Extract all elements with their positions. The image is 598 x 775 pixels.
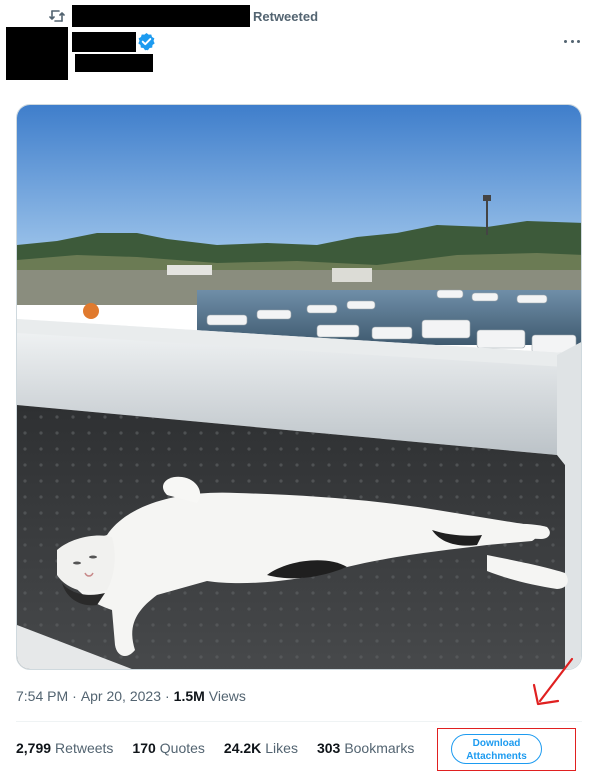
tweet-date[interactable]: Apr 20, 2023 (81, 688, 161, 704)
download-label-line2: Attachments (466, 751, 527, 762)
quotes-count: 170 (132, 740, 156, 756)
retweets-label: Retweets (55, 740, 114, 756)
download-attachments-button[interactable]: Download Attachments (451, 734, 542, 764)
more-options-icon[interactable] (559, 31, 585, 51)
bookmarks-stat[interactable]: 303 Bookmarks (317, 740, 414, 756)
avatar[interactable] (6, 27, 68, 80)
views-count: 1.5M (173, 688, 205, 704)
retweet-header: Retweeted (48, 5, 319, 27)
likes-stat[interactable]: 24.2K Likes (224, 740, 298, 756)
verified-badge-icon (137, 32, 156, 51)
retweet-icon (48, 7, 66, 25)
quotes-stat[interactable]: 170 Quotes (132, 740, 205, 756)
retweets-stat[interactable]: 2,799 Retweets (16, 740, 113, 756)
views-label: Views (208, 688, 246, 704)
tweet-photo[interactable] (16, 104, 582, 670)
red-arrow-annotation-icon (528, 655, 578, 710)
download-label-line1: Download (472, 738, 521, 749)
divider (16, 721, 582, 722)
meta-separator: · (164, 688, 170, 704)
bookmarks-label: Bookmarks (344, 740, 415, 756)
quotes-label: Quotes (159, 740, 205, 756)
redacted-display-name[interactable] (72, 32, 136, 52)
engagement-stats: 2,799 Retweets 170 Quotes 24.2K Likes 30… (16, 740, 433, 756)
bookmarks-count: 303 (316, 740, 341, 756)
tweet-timestamp-views: 7:54 PM · Apr 20, 2023 · 1.5M Views (16, 688, 246, 704)
likes-count: 24.2K (223, 740, 262, 756)
redacted-handle[interactable] (75, 54, 153, 72)
redacted-retweeter-name (72, 5, 250, 27)
meta-separator: · (72, 688, 77, 704)
tweet-time[interactable]: 7:54 PM (16, 688, 68, 704)
retweeted-label: Retweeted (253, 8, 319, 24)
likes-label: Likes (265, 740, 298, 756)
retweets-count: 2,799 (16, 740, 52, 756)
